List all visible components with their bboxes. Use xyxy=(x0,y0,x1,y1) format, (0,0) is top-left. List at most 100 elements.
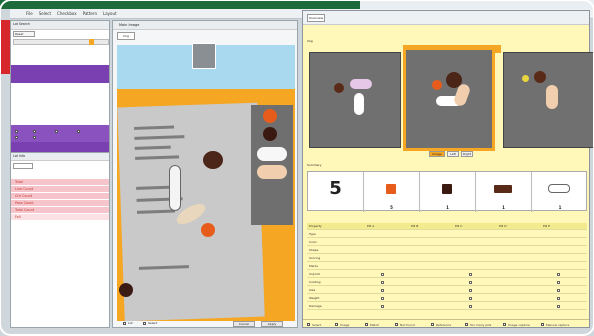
row-checkbox[interactable] xyxy=(469,289,472,292)
tab-overview[interactable]: Overview xyxy=(307,14,325,22)
lot-dropdown[interactable] xyxy=(13,163,33,169)
pill-count: 5 xyxy=(390,205,393,210)
table-row[interactable]: Marks xyxy=(307,263,587,270)
lot-search-panel: Lot Search Reset xyxy=(10,20,110,153)
pill-image xyxy=(534,71,546,83)
row-checkbox[interactable] xyxy=(557,305,560,308)
sample-white[interactable] xyxy=(257,147,287,161)
option-checkbox[interactable] xyxy=(33,130,36,133)
pill-type-cell[interactable]: 1 xyxy=(532,172,588,212)
label-text-line xyxy=(135,155,180,160)
pill-image xyxy=(350,79,372,89)
option-checkbox[interactable] xyxy=(55,130,58,133)
row-checkbox[interactable] xyxy=(557,289,560,292)
panel-header: Lot Search xyxy=(11,21,109,30)
pill-image xyxy=(546,85,558,109)
row-checkbox[interactable] xyxy=(469,281,472,284)
info-row[interactable]: Ctrl Count xyxy=(11,193,109,200)
option-checkbox[interactable] xyxy=(77,130,80,133)
filter-row[interactable] xyxy=(13,39,109,45)
table-row[interactable]: Shape xyxy=(307,247,587,254)
row-checkbox[interactable] xyxy=(557,273,560,276)
footer-checkbox[interactable] xyxy=(431,323,434,326)
pill-swatch xyxy=(494,185,512,193)
option-checkbox[interactable] xyxy=(15,130,18,133)
footer-checkbox[interactable] xyxy=(395,323,398,326)
pill-count-strip: 5 5 1 1 1 xyxy=(307,171,588,212)
footer-checkbox[interactable] xyxy=(335,323,338,326)
photo-center[interactable] xyxy=(403,47,495,151)
sample-orange[interactable] xyxy=(263,109,277,123)
table-row[interactable]: Color xyxy=(307,239,587,246)
main-image-panel: Main Image Img Lot Select Cancel Apply xyxy=(112,20,298,328)
lot-checkbox[interactable] xyxy=(123,322,126,325)
row-checkbox[interactable] xyxy=(557,281,560,284)
pill-type-cell[interactable]: 5 xyxy=(364,172,420,212)
footer-checkbox[interactable] xyxy=(365,323,368,326)
total-count-cell: 5 xyxy=(308,172,364,212)
row-checkbox[interactable] xyxy=(381,289,384,292)
row-checkbox[interactable] xyxy=(381,297,384,300)
sample-beige[interactable] xyxy=(257,165,287,179)
white-capsule[interactable] xyxy=(169,165,181,211)
row-checkbox[interactable] xyxy=(381,281,384,284)
lot-list[interactable] xyxy=(11,46,109,64)
info-row[interactable]: Total Count xyxy=(11,207,109,214)
info-row[interactable]: Pass Count xyxy=(11,200,109,207)
table-row[interactable]: Damage xyxy=(307,303,587,310)
lot-checkbox-label: Lot xyxy=(128,321,133,325)
cancel-button[interactable]: Cancel xyxy=(233,321,255,327)
photo-left[interactable] xyxy=(309,52,401,148)
row-checkbox[interactable] xyxy=(381,305,384,308)
selected-lot-row[interactable] xyxy=(11,65,109,83)
photo-right[interactable] xyxy=(503,52,594,148)
reset-button[interactable]: Reset xyxy=(13,31,35,37)
table-row[interactable]: Coating xyxy=(307,279,587,286)
row-checkbox[interactable] xyxy=(469,305,472,308)
menu-pattern[interactable]: Pattern xyxy=(83,11,97,16)
row-checkbox[interactable] xyxy=(557,297,560,300)
orange-pill[interactable] xyxy=(201,223,215,237)
sample-brown[interactable] xyxy=(263,127,277,141)
menu-file[interactable]: File xyxy=(26,11,33,16)
menu-checkbox[interactable]: Checkbox xyxy=(57,11,77,16)
info-row[interactable]: Line Count xyxy=(11,186,109,193)
img-tab[interactable]: Img xyxy=(117,32,135,40)
footer-checkbox[interactable] xyxy=(541,323,544,326)
row-checkbox[interactable] xyxy=(469,273,472,276)
footer-checkbox[interactable] xyxy=(307,323,310,326)
view-image-button[interactable]: Image xyxy=(429,151,445,157)
table-row[interactable]: Weight xyxy=(307,295,587,302)
pill-type-cell[interactable]: 1 xyxy=(476,172,532,212)
label-text-line xyxy=(138,265,189,270)
apply-button[interactable]: Apply xyxy=(261,321,283,327)
label-text-line xyxy=(133,125,175,130)
view-left-button[interactable]: Left xyxy=(447,151,459,157)
row-checkbox[interactable] xyxy=(381,273,384,276)
pill-image xyxy=(522,75,529,82)
blister-thumbnail[interactable] xyxy=(192,43,216,69)
pill-count: 1 xyxy=(502,205,505,210)
option-checkbox[interactable] xyxy=(15,136,18,139)
table-row[interactable]: Type xyxy=(307,231,587,238)
panel-header: Main Image xyxy=(113,21,297,30)
select-checkbox[interactable] xyxy=(143,322,146,325)
view-right-button[interactable]: Right xyxy=(461,151,473,157)
menu-layout[interactable]: Layout xyxy=(103,11,117,16)
footer-checkbox[interactable] xyxy=(465,323,468,326)
section-label: Img xyxy=(307,39,313,43)
pill-type-cell[interactable]: 1 xyxy=(420,172,476,212)
status-footer: Select Image Match Not found Reference T… xyxy=(303,319,589,329)
info-row[interactable]: Fail xyxy=(11,214,109,221)
option-checkbox[interactable] xyxy=(33,136,36,139)
row-checkbox[interactable] xyxy=(469,297,472,300)
pill-count: 1 xyxy=(446,205,449,210)
menu-select[interactable]: Select xyxy=(39,11,51,16)
brown-pill[interactable] xyxy=(203,151,223,169)
info-row[interactable]: Total xyxy=(11,179,109,186)
table-row[interactable]: Imprint xyxy=(307,271,587,278)
dark-pill[interactable] xyxy=(119,283,133,297)
table-row[interactable]: Scoring xyxy=(307,255,587,262)
table-row[interactable]: Size xyxy=(307,287,587,294)
footer-checkbox[interactable] xyxy=(503,323,506,326)
